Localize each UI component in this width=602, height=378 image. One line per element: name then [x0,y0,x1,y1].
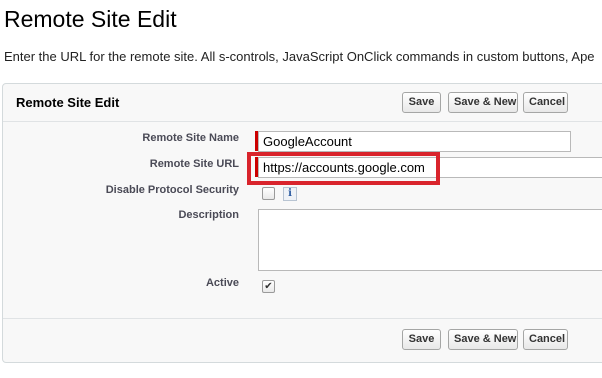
panel-footer: Save Save & New Cancel [3,318,602,362]
footer-cancel-button[interactable]: Cancel [523,329,568,350]
cancel-button[interactable]: Cancel [523,92,568,113]
checkmark-icon: ✔ [264,281,273,292]
remote-site-url-label: Remote Site URL [149,158,239,170]
disable-protocol-security-checkbox[interactable] [262,187,275,200]
remote-site-url-input[interactable] [258,157,602,178]
description-textarea[interactable] [258,209,602,271]
save-and-new-button[interactable]: Save & New [448,92,518,113]
active-checkbox[interactable]: ✔ [262,280,275,293]
panel-header: Remote Site Edit Save Save & New Cancel [3,84,602,122]
page-description: Enter the URL for the remote site. All s… [4,49,595,64]
active-label: Active [205,277,239,289]
panel-title: Remote Site Edit [16,95,120,110]
page-title: Remote Site Edit [4,6,177,32]
description-label: Description [178,209,239,221]
footer-save-button[interactable]: Save [402,329,441,350]
disable-protocol-security-label: Disable Protocol Security [105,184,239,196]
remote-site-name-input[interactable] [258,131,571,152]
save-button[interactable]: Save [402,92,441,113]
footer-save-and-new-button[interactable]: Save & New [448,329,518,350]
remote-site-name-label: Remote Site Name [142,132,239,144]
info-icon[interactable]: i [283,187,297,201]
